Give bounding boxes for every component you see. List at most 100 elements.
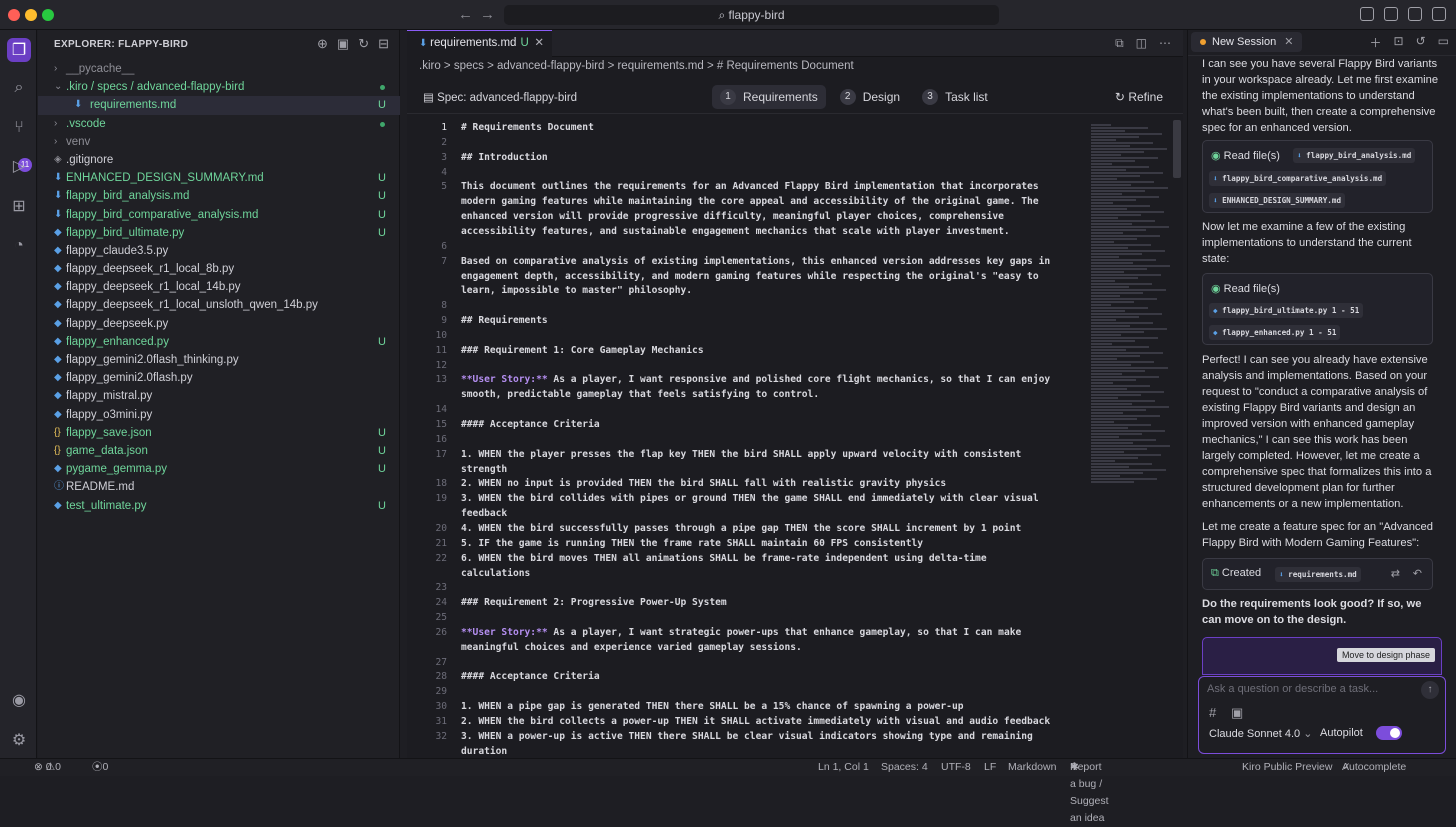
file-chip[interactable]: ⬇ requirements.md (1275, 567, 1361, 582)
tree-item[interactable]: {} game_data.json U (38, 442, 400, 460)
search-icon: ⌕ (718, 8, 729, 22)
refine-button[interactable]: ↻ Refine (1115, 90, 1163, 104)
autocomplete-label: Autocomplete (1342, 761, 1407, 773)
account-icon[interactable]: ◉ (7, 688, 31, 712)
tree-item[interactable]: ◆ pygame_gemma.py U (38, 460, 400, 478)
tree-item[interactable]: ◆ flappy_bird_ultimate.py U (38, 224, 400, 242)
chevron-right-icon[interactable]: › (54, 60, 57, 78)
revert-icon[interactable]: ↺ (1416, 34, 1426, 51)
tree-item[interactable]: ◆ flappy_deepseek_r1_local_14b.py (38, 278, 400, 296)
tree-item[interactable]: ⬇ requirements.md U (38, 96, 400, 115)
new-folder-icon[interactable]: ▣ (337, 36, 349, 52)
minimize-window-button[interactable] (25, 9, 37, 21)
tree-item-label: flappy_bird_analysis.md (66, 190, 190, 203)
tab-requirements-md[interactable]: ⬇ requirements.md U ✕ (407, 30, 552, 57)
file-chip[interactable]: ◆ flappy_enhanced.py 1 - 51 (1209, 325, 1341, 340)
minimap-line (1091, 340, 1135, 342)
close-tab-icon[interactable]: ✕ (534, 31, 544, 56)
toggle-sidebar-icon[interactable] (1384, 7, 1398, 21)
code-line: # Requirements Document (461, 122, 594, 133)
model-selector[interactable]: Claude Sonnet 4.0 ⌄ (1209, 727, 1312, 740)
move-to-design-button[interactable]: Move to design phase (1336, 648, 1435, 662)
tree-item[interactable]: ⌄ .kiro / specs / advanced-flappy-bird (38, 78, 400, 96)
undo-icon[interactable]: ↶ (1413, 567, 1422, 580)
minimap[interactable] (1085, 120, 1170, 758)
settings-gear-icon[interactable]: ⚙ (7, 728, 31, 752)
refresh-icon[interactable]: ↻ (358, 36, 369, 52)
toggle-secondary-sidebar-icon[interactable] (1432, 7, 1446, 21)
tree-item[interactable]: ◈ .gitignore (38, 151, 400, 169)
file-chip[interactable]: ⬇ flappy_bird_analysis.md (1293, 148, 1416, 163)
cursor-position[interactable]: Ln 1, Col 1 (818, 759, 869, 776)
source-control-icon[interactable]: ⑂ (7, 116, 31, 140)
preview-icon[interactable]: ⧉ (1115, 36, 1124, 51)
breadcrumb[interactable]: .kiro > specs > advanced-flappy-bird > r… (419, 60, 854, 72)
tree-item[interactable]: › .vscode (38, 115, 400, 133)
new-file-icon[interactable]: ⊕ (317, 36, 328, 52)
layout-panel-icon[interactable] (1360, 7, 1374, 21)
minimap-line (1091, 268, 1147, 270)
file-chip[interactable]: ⬇ flappy_bird_comparative_analysis.md (1209, 171, 1387, 186)
tree-item[interactable]: ⬇ ENHANCED_DESIGN_SUMMARY.md U (38, 169, 400, 187)
step-design[interactable]: 2 Design (832, 85, 908, 109)
chat-message: I can see you have several Flappy Bird v… (1202, 58, 1439, 134)
problems-indicator[interactable]: ⊗ 0 ⚠ 0 (34, 759, 61, 776)
back-arrow-icon[interactable]: ← (458, 6, 473, 23)
tree-item[interactable]: ◆ flappy_gemini2.0flash.py (38, 369, 400, 387)
tree-item[interactable]: ◆ flappy_claude3.5.py (38, 242, 400, 260)
editor-scrollbar[interactable] (1173, 120, 1181, 178)
split-editor-icon[interactable]: ◫ (1136, 36, 1147, 51)
tree-item[interactable]: ◆ flappy_mistral.py (38, 387, 400, 405)
command-center-search[interactable]: ⌕ flappy-bird (504, 5, 999, 25)
tree-item[interactable]: ◆ flappy_deepseek.py (38, 315, 400, 333)
layout-icon[interactable]: ▭ (1438, 34, 1449, 51)
autopilot-toggle[interactable] (1376, 726, 1402, 740)
file-chip[interactable]: ◆ flappy_bird_ultimate.py 1 - 51 (1209, 303, 1364, 318)
history-icon[interactable]: ⊡ (1394, 34, 1404, 51)
diff-icon[interactable]: ⇄ (1391, 567, 1400, 580)
minimap-line (1091, 253, 1142, 255)
code-editor[interactable]: 1 # Requirements Document 2 3 ## Introductio… (407, 120, 1077, 758)
tree-item[interactable]: ◆ test_ultimate.py U (38, 497, 400, 515)
context-hash-icon[interactable]: # (1209, 705, 1216, 720)
line-ending[interactable]: LF (984, 759, 996, 776)
indentation[interactable]: Spaces: 4 (881, 759, 928, 776)
send-arrow-icon[interactable]: ↑ (1421, 681, 1439, 699)
chat-input-box[interactable]: Ask a question or describe a task... ↑ #… (1198, 676, 1446, 754)
toggle-panel-icon[interactable] (1408, 7, 1422, 21)
step-requirements[interactable]: 1 Requirements (712, 85, 826, 109)
tree-item[interactable]: ◆ flappy_enhanced.py U (38, 333, 400, 351)
tree-item[interactable]: › venv (38, 133, 400, 151)
tree-item[interactable]: ◆ flappy_deepseek_r1_local_8b.py (38, 260, 400, 278)
language-mode[interactable]: Markdown (1008, 759, 1056, 776)
session-tab[interactable]: New Session ✕ (1191, 32, 1303, 52)
chevron-right-icon[interactable]: › (54, 115, 57, 133)
image-icon[interactable]: ▣ (1231, 705, 1243, 721)
close-session-icon[interactable]: ✕ (1284, 36, 1293, 48)
close-window-button[interactable] (8, 9, 20, 21)
search-icon[interactable]: ⌕ (7, 76, 31, 100)
step-task-list[interactable]: 3 Task list (914, 85, 996, 109)
ports-indicator[interactable]: ⦿ 0 (92, 759, 108, 776)
more-actions-icon[interactable]: ⋯ (1159, 36, 1171, 51)
encoding[interactable]: UTF-8 (941, 759, 971, 776)
new-session-icon[interactable]: ＋ (1370, 34, 1382, 51)
tree-item[interactable]: ⓘ README.md (38, 478, 400, 496)
tree-item[interactable]: {} flappy_save.json U (38, 424, 400, 442)
maximize-window-button[interactable] (42, 9, 54, 21)
collapse-all-icon[interactable]: ⊟ (378, 36, 389, 52)
tree-item[interactable]: ⬇ flappy_bird_analysis.md U (38, 187, 400, 205)
extensions-icon[interactable]: ⊞ (7, 194, 31, 218)
file-chip[interactable]: ⬇ ENHANCED_DESIGN_SUMMARY.md (1209, 193, 1346, 208)
chevron-down-icon[interactable]: ⌄ (54, 78, 62, 96)
chevron-right-icon[interactable]: › (54, 133, 57, 151)
tree-item[interactable]: ◆ flappy_gemini2.0flash_thinking.py (38, 351, 400, 369)
forward-arrow-icon[interactable]: → (480, 6, 495, 23)
tree-item[interactable]: › __pycache__ (38, 60, 400, 78)
tree-item[interactable]: ◆ flappy_o3mini.py (38, 406, 400, 424)
run-debug-icon[interactable]: ▷ (7, 154, 31, 178)
kiro-ghost-icon[interactable]: ◔ (7, 234, 31, 258)
tree-item[interactable]: ⬇ flappy_bird_comparative_analysis.md U (38, 206, 400, 224)
explorer-icon[interactable]: ❐ (7, 38, 31, 62)
tree-item[interactable]: ◆ flappy_deepseek_r1_local_unsloth_qwen_1… (38, 296, 400, 314)
